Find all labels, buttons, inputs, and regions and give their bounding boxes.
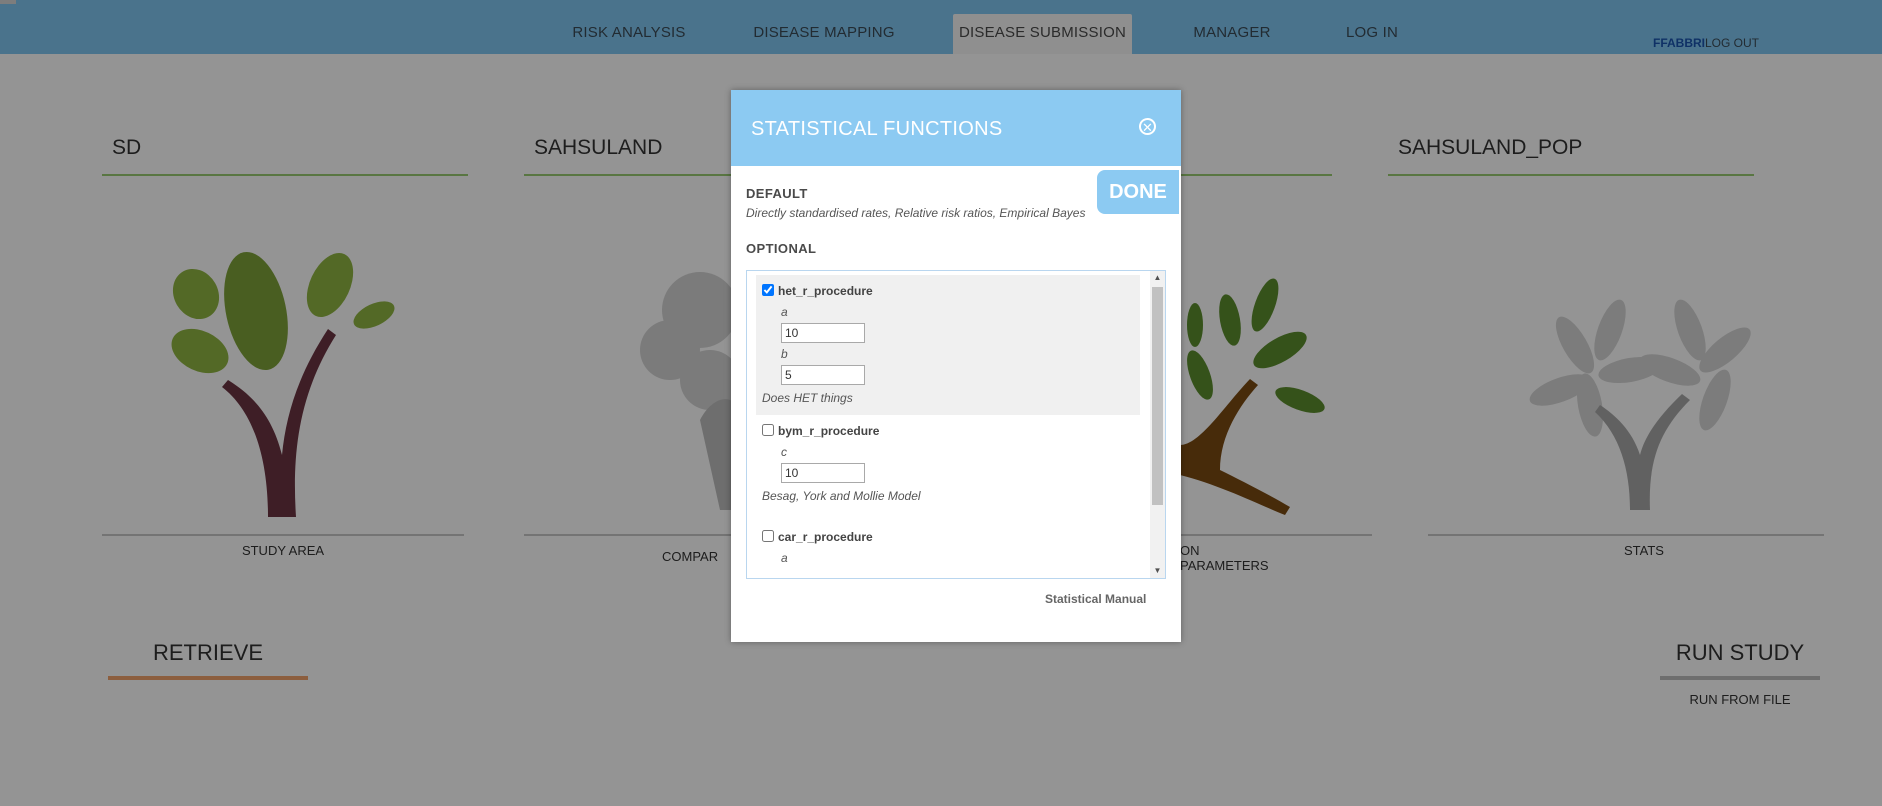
modal-title: STATISTICAL FUNCTIONS bbox=[751, 118, 1003, 140]
list-scrollbar[interactable]: ▲ ▼ bbox=[1150, 271, 1165, 578]
procedure-name: het_r_procedure bbox=[778, 284, 873, 298]
procedure-header: het_r_procedure bbox=[756, 281, 1140, 301]
procedure-name: car_r_procedure bbox=[778, 530, 873, 544]
default-description: Directly standardised rates, Relative ri… bbox=[746, 206, 1086, 220]
procedure-checkbox[interactable] bbox=[762, 530, 774, 542]
procedure-item[interactable]: het_r_procedure a b Does HET things bbox=[756, 275, 1140, 415]
param-a-input[interactable] bbox=[781, 323, 865, 343]
procedure-description: Besag, York and Mollie Model bbox=[762, 489, 921, 503]
param-label: a bbox=[781, 551, 788, 565]
done-button[interactable]: DONE bbox=[1097, 170, 1179, 214]
procedure-header: car_r_procedure bbox=[756, 527, 1140, 547]
procedure-description: Does HET things bbox=[762, 391, 853, 405]
scroll-down-arrow-icon[interactable]: ▼ bbox=[1150, 564, 1165, 578]
scroll-thumb[interactable] bbox=[1152, 287, 1163, 505]
modal-header: STATISTICAL FUNCTIONS ✕ bbox=[731, 90, 1181, 166]
param-label: c bbox=[781, 445, 787, 459]
procedure-checkbox[interactable] bbox=[762, 284, 774, 296]
statistical-functions-modal: STATISTICAL FUNCTIONS ✕ DONE DEFAULT Dir… bbox=[731, 90, 1181, 642]
param-label: a bbox=[781, 305, 788, 319]
param-c-input[interactable] bbox=[781, 463, 865, 483]
param-b-input[interactable] bbox=[781, 365, 865, 385]
default-label: DEFAULT bbox=[746, 186, 808, 201]
close-icon[interactable]: ✕ bbox=[1139, 118, 1156, 135]
optional-label: OPTIONAL bbox=[746, 241, 817, 256]
param-label: b bbox=[781, 347, 788, 361]
statistical-manual-link[interactable]: Statistical Manual bbox=[1045, 592, 1146, 606]
procedure-item[interactable]: bym_r_procedure c Besag, York and Mollie… bbox=[756, 415, 1140, 513]
procedure-list[interactable]: het_r_procedure a b Does HET things bym_… bbox=[746, 270, 1166, 579]
procedure-header: bym_r_procedure bbox=[756, 421, 1140, 441]
scroll-up-arrow-icon[interactable]: ▲ bbox=[1150, 271, 1165, 285]
procedure-name: bym_r_procedure bbox=[778, 424, 880, 438]
procedure-checkbox[interactable] bbox=[762, 424, 774, 436]
procedure-item[interactable]: car_r_procedure a bbox=[756, 521, 1140, 577]
